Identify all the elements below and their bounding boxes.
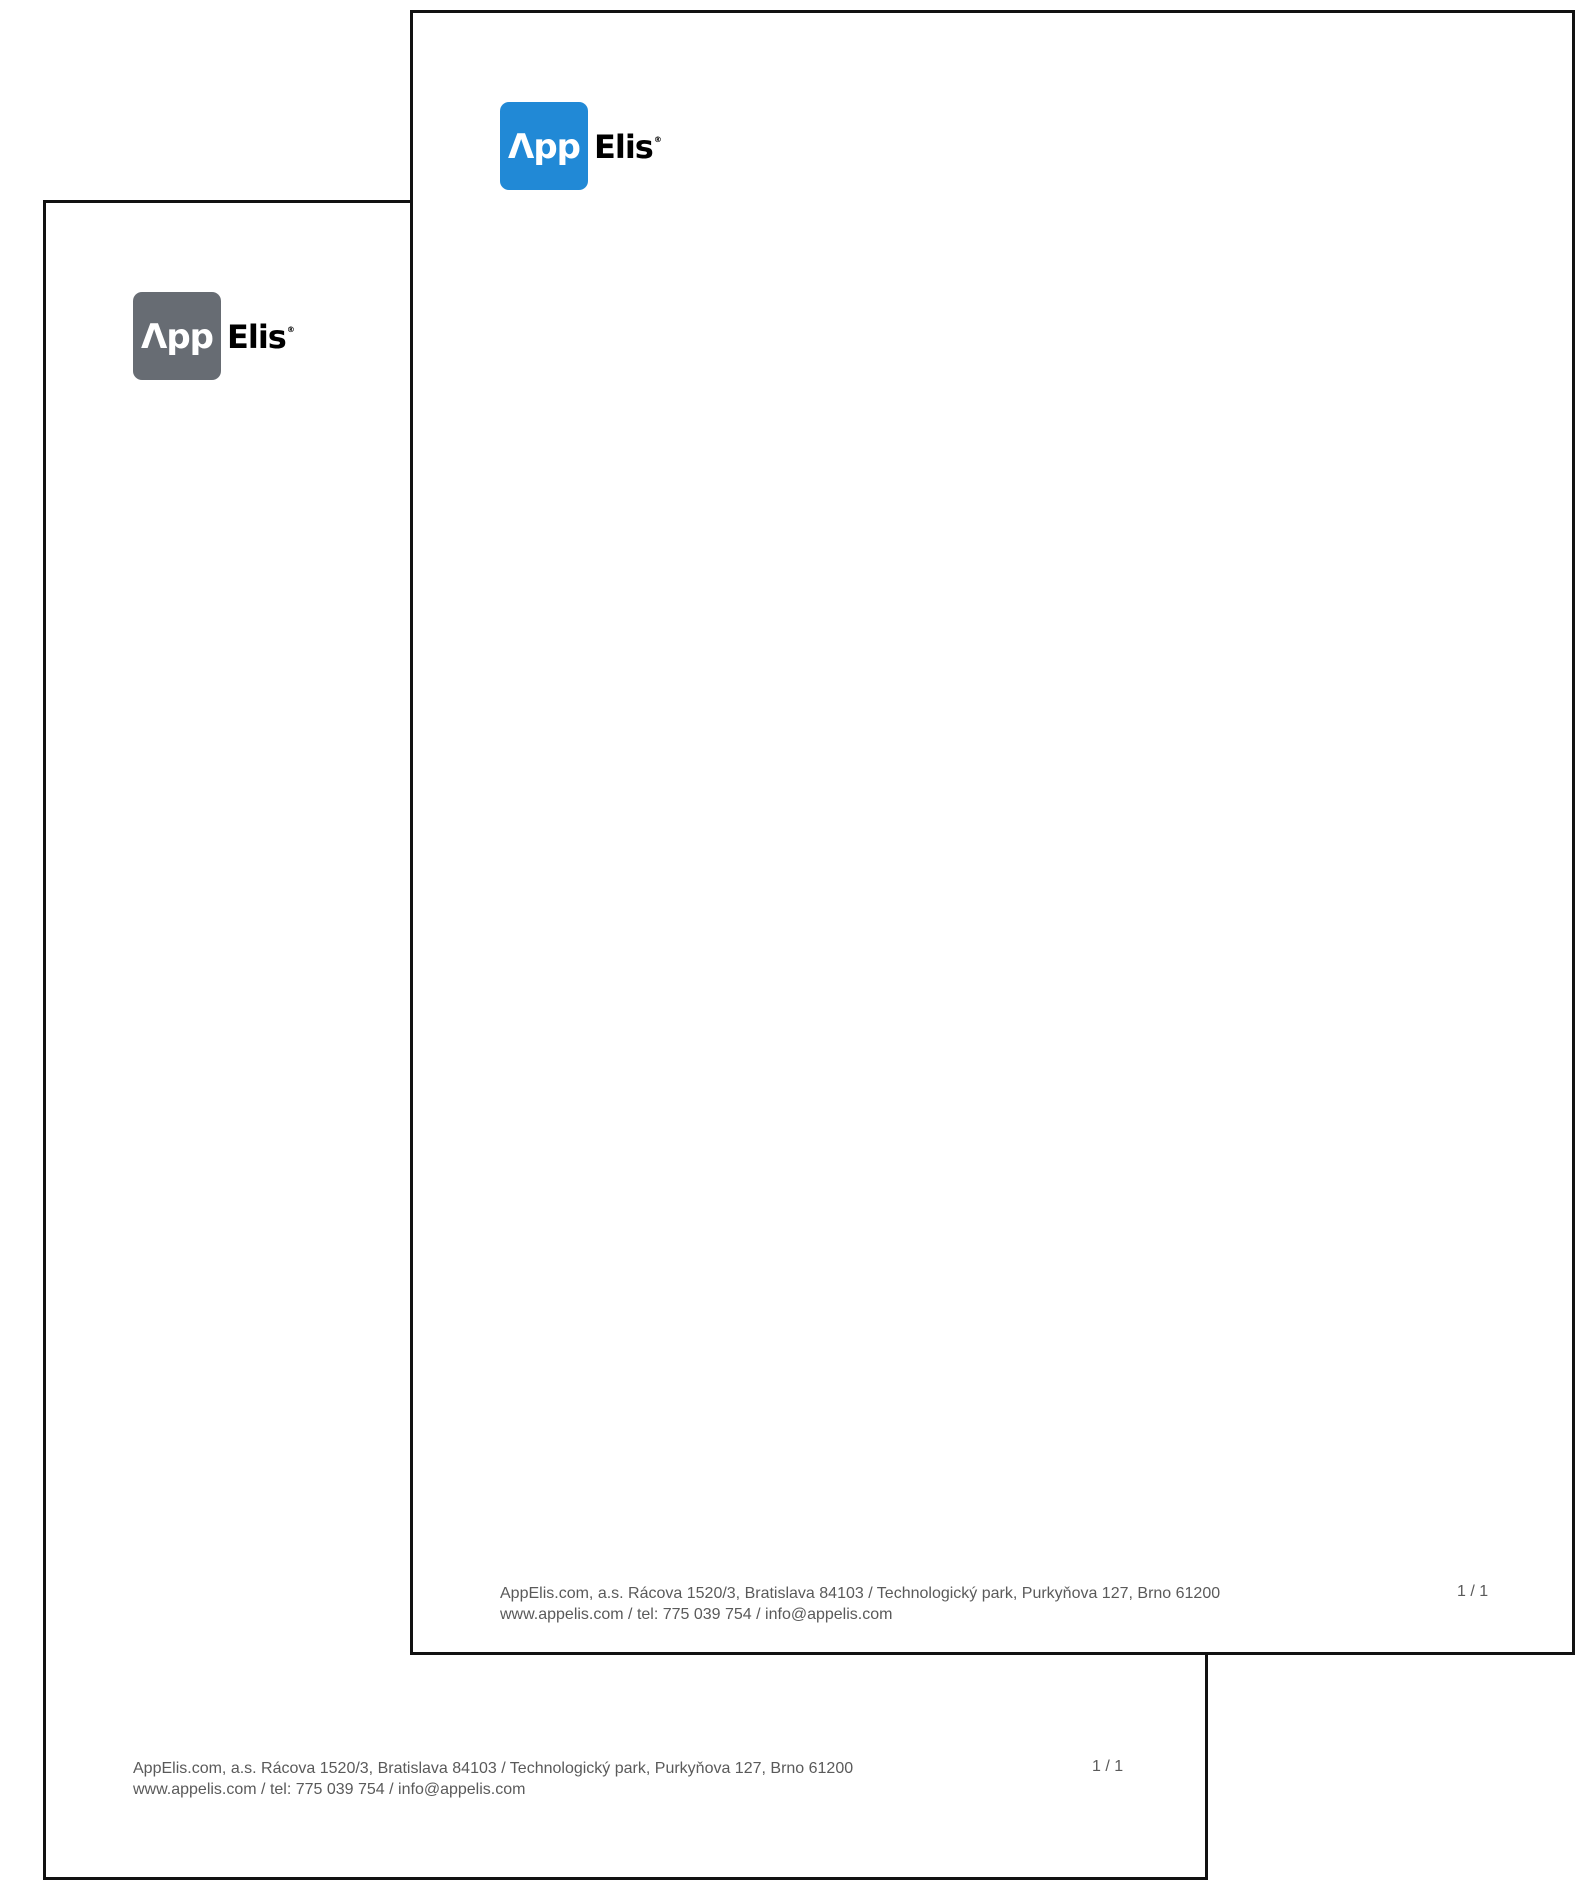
letterhead-footer: AppElis.com, a.s. Rácova 1520/3, Bratisl… <box>133 1758 853 1800</box>
logo-wordmark: Elis® <box>594 128 662 166</box>
page-number: 1 / 1 <box>1092 1758 1124 1775</box>
logo-badge-text: Λpp <box>141 317 214 357</box>
footer-contacts: www.appelis.com / tel: 775 039 754 / inf… <box>133 1781 526 1798</box>
letterhead-sheet-blue: Λpp Elis® AppElis.com, a.s. Rácova 1520/… <box>410 10 1575 1655</box>
appelis-logo-blue: Λpp Elis® <box>500 101 662 191</box>
letterhead-footer: AppElis.com, a.s. Rácova 1520/3, Bratisl… <box>500 1583 1220 1625</box>
registered-mark: ® <box>286 325 295 334</box>
logo-wordmark: Elis® <box>227 318 295 356</box>
logo-badge-text: Λpp <box>508 127 581 167</box>
registered-mark: ® <box>653 135 662 144</box>
footer-address: AppElis.com, a.s. Rácova 1520/3, Bratisl… <box>133 1760 854 1777</box>
appelis-logo-gray: Λpp Elis® <box>133 291 295 381</box>
logo-word-text: Elis <box>227 318 287 356</box>
logo-badge: Λpp <box>133 292 221 380</box>
footer-contacts: www.appelis.com / tel: 775 039 754 / inf… <box>500 1606 893 1623</box>
page-number: 1 / 1 <box>1457 1583 1489 1600</box>
logo-badge: Λpp <box>500 102 588 190</box>
logo-word-text: Elis <box>594 128 654 166</box>
footer-address: AppElis.com, a.s. Rácova 1520/3, Bratisl… <box>500 1585 1221 1602</box>
